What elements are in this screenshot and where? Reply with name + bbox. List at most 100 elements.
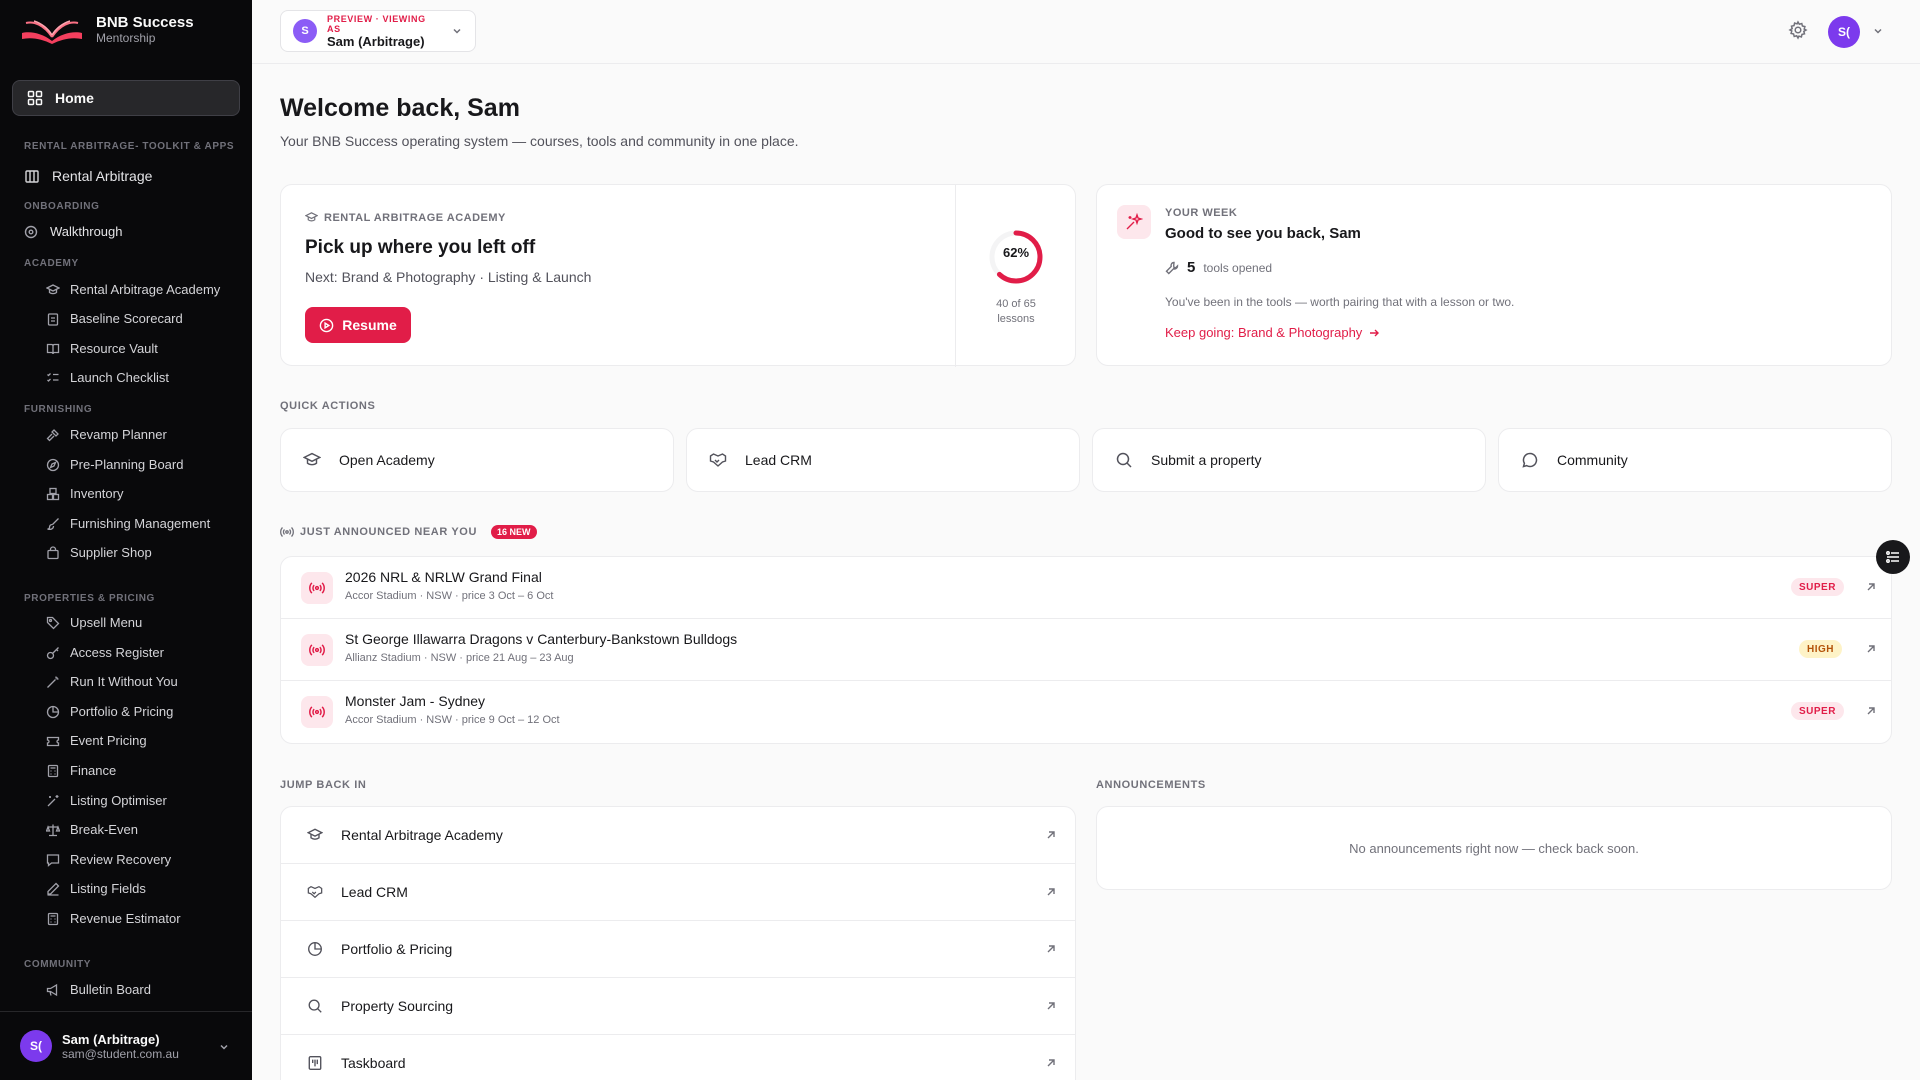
gear-icon[interactable] xyxy=(1788,20,1808,40)
sidebar-item-listing-optimiser[interactable]: Listing Optimiser xyxy=(46,793,167,808)
boxes-icon xyxy=(46,487,60,501)
keep-going-link[interactable]: Keep going: Brand & Photography xyxy=(1165,325,1380,340)
sidebar-item-finance[interactable]: Finance xyxy=(46,763,116,778)
sidebar-item-label: Listing Fields xyxy=(70,881,146,896)
sidebar-item-label: Rental Arbitrage Academy xyxy=(70,282,221,297)
sidebar-item-access-register[interactable]: Access Register xyxy=(46,645,164,660)
demand-badge: SUPER xyxy=(1791,578,1844,596)
sidebar-item-label: Portfolio & Pricing xyxy=(70,704,174,719)
user-name: Sam (Arbitrage) xyxy=(62,1031,160,1047)
graduation-cap-icon xyxy=(307,827,323,843)
user-menu[interactable]: S( Sam (Arbitrage) sam@student.com.au xyxy=(0,1011,252,1080)
sidebar-item-label: Finance xyxy=(70,763,117,778)
sidebar-item-baseline-scorecard[interactable]: Baseline Scorecard xyxy=(46,311,183,326)
quick-action-community[interactable]: Community xyxy=(1498,428,1892,492)
sidebar-item-label: Baseline Scorecard xyxy=(70,311,183,326)
book-logo-icon xyxy=(20,15,84,45)
sidebar-item-bulletin-board[interactable]: Bulletin Board xyxy=(46,982,151,997)
quick-action-label: Lead CRM xyxy=(745,452,812,468)
sidebar-item-label: Break-Even xyxy=(70,822,138,837)
arrow-up-right-icon[interactable] xyxy=(1865,705,1877,717)
pie-chart-icon xyxy=(307,941,323,957)
sidebar-item-upsell-menu[interactable]: Upsell Menu xyxy=(46,615,142,630)
keep-going-label: Keep going: Brand & Photography xyxy=(1165,325,1363,340)
jump-back-item[interactable]: Lead CRM xyxy=(281,864,1075,921)
chevron-down-icon xyxy=(451,25,463,37)
avatar: S( xyxy=(20,1030,52,1062)
jump-back-item[interactable]: Rental Arbitrage Academy xyxy=(281,807,1075,864)
arrow-up-right-icon[interactable] xyxy=(1865,643,1877,655)
page-title: Welcome back, Sam xyxy=(280,94,520,122)
handshake-icon xyxy=(709,451,727,469)
sidebar-item-revamp-planner[interactable]: Revamp Planner xyxy=(46,427,167,442)
demand-badge: SUPER xyxy=(1791,702,1844,720)
sidebar-item-revenue-estimator[interactable]: Revenue Estimator xyxy=(46,911,181,926)
top-avatar[interactable]: S( xyxy=(1828,16,1860,48)
compass-icon xyxy=(46,458,60,472)
chevron-down-icon[interactable] xyxy=(1872,25,1884,37)
jump-back-list: Rental Arbitrage Academy Lead CRM Portfo… xyxy=(280,806,1076,1080)
jump-back-item[interactable]: Property Sourcing xyxy=(281,978,1075,1035)
sidebar-item-label: Event Pricing xyxy=(70,733,147,748)
sidebar-item-label: Furnishing Management xyxy=(70,516,211,531)
event-row[interactable]: Monster Jam - Sydney Accor Stadium · NSW… xyxy=(281,681,1891,743)
sidebar-item-review-recovery[interactable]: Review Recovery xyxy=(46,852,171,867)
event-title: 2026 NRL & NRLW Grand Final xyxy=(345,569,542,585)
quick-action-lead-crm[interactable]: Lead CRM xyxy=(686,428,1080,492)
sidebar-item-break-even[interactable]: Break-Even xyxy=(46,822,138,837)
quick-action-open-academy[interactable]: Open Academy xyxy=(280,428,674,492)
chevron-down-icon[interactable] xyxy=(218,1041,230,1053)
resume-button[interactable]: Resume xyxy=(305,307,411,343)
lessons-count: 40 of 65 lessons xyxy=(966,297,1066,327)
card-eyebrow: YOUR WEEK xyxy=(1165,207,1238,219)
sidebar-item-rental-arbitrage[interactable]: Rental Arbitrage xyxy=(24,168,152,184)
brand[interactable]: BNB Success Mentorship xyxy=(20,14,194,45)
sidebar-item-rental-arbitrage-academy[interactable]: Rental Arbitrage Academy xyxy=(46,282,220,297)
sidebar-item-label: Bulletin Board xyxy=(70,982,151,997)
jump-back-item[interactable]: Portfolio & Pricing xyxy=(281,921,1075,978)
arrow-up-right-icon xyxy=(1045,829,1057,841)
floating-menu-button[interactable] xyxy=(1876,540,1910,574)
building-icon xyxy=(24,168,40,184)
view-as-selector[interactable]: S PREVIEW · VIEWING AS Sam (Arbitrage) xyxy=(280,10,476,52)
sidebar-item-launch-checklist[interactable]: Launch Checklist xyxy=(46,370,169,385)
next-lesson: Next: Brand & Photography · Listing & La… xyxy=(305,269,592,285)
quick-action-label: Open Academy xyxy=(339,452,435,468)
section-label-toolkit: RENTAL ARBITRAGE- TOOLKIT & APPS xyxy=(24,141,235,152)
ticket-icon xyxy=(46,734,60,748)
jump-back-item[interactable]: Taskboard xyxy=(281,1035,1075,1080)
search-icon xyxy=(307,998,323,1014)
tools-label: tools opened xyxy=(1203,260,1273,275)
sidebar-item-label: Resource Vault xyxy=(70,341,158,356)
arrow-up-right-icon[interactable] xyxy=(1865,581,1877,593)
section-label-onboarding: ONBOARDING xyxy=(24,201,100,212)
checklist-icon xyxy=(46,371,60,385)
sidebar-item-supplier-shop[interactable]: Supplier Shop xyxy=(46,545,152,560)
sidebar-item-listing-fields[interactable]: Listing Fields xyxy=(46,881,146,896)
page-subtitle: Your BNB Success operating system — cour… xyxy=(280,133,799,149)
sidebar-item-pre-planning-board[interactable]: Pre-Planning Board xyxy=(46,457,183,472)
sidebar-item-label: Run It Without You xyxy=(70,674,178,689)
event-meta: Accor Stadium · NSW · price 3 Oct – 6 Oc… xyxy=(345,590,554,602)
sidebar-item-resource-vault[interactable]: Resource Vault xyxy=(46,341,158,356)
sidebar-item-inventory[interactable]: Inventory xyxy=(46,486,123,501)
broadcast-icon xyxy=(301,634,333,666)
quick-action-submit-property[interactable]: Submit a property xyxy=(1092,428,1486,492)
sidebar-item-event-pricing[interactable]: Event Pricing xyxy=(46,733,147,748)
sidebar-item-label: Revenue Estimator xyxy=(70,911,181,926)
sidebar-item-label: Home xyxy=(55,90,94,106)
arrow-up-right-icon xyxy=(1045,1057,1057,1069)
kanban-icon xyxy=(307,1055,323,1071)
event-title: St George Illawarra Dragons v Canterbury… xyxy=(345,631,738,647)
sidebar-item-run-it-without-you[interactable]: Run It Without You xyxy=(46,674,178,689)
sidebar-item-portfolio-pricing[interactable]: Portfolio & Pricing xyxy=(46,704,173,719)
demand-badge: HIGH xyxy=(1799,640,1842,658)
sidebar-item-furnishing-management[interactable]: Furnishing Management xyxy=(46,516,210,531)
event-row[interactable]: 2026 NRL & NRLW Grand Final Accor Stadiu… xyxy=(281,557,1891,619)
quick-actions-label: QUICK ACTIONS xyxy=(280,400,376,412)
arrow-up-right-icon xyxy=(1045,1000,1057,1012)
event-row[interactable]: St George Illawarra Dragons v Canterbury… xyxy=(281,619,1891,681)
sidebar-item-walkthrough[interactable]: Walkthrough xyxy=(24,224,123,239)
view-as-avatar: S xyxy=(293,19,317,43)
sidebar-item-home[interactable]: Home xyxy=(12,80,240,116)
